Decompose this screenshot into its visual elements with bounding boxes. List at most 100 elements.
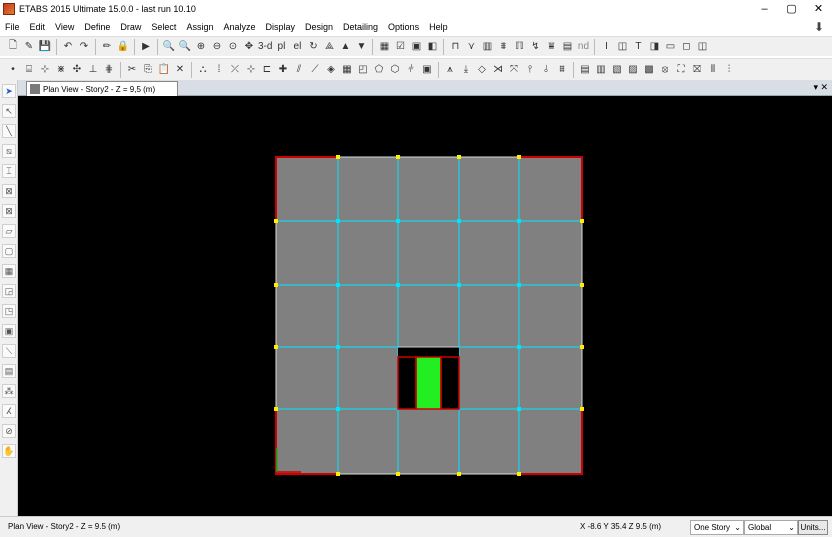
draw-wall-icon[interactable]: ▦: [340, 62, 354, 78]
assign-load-icon[interactable]: ⤓: [459, 62, 473, 78]
download-icon[interactable]: ⬇: [814, 20, 824, 34]
assign-mesh-icon[interactable]: ⩩: [555, 62, 569, 78]
reshape-icon[interactable]: ↖: [2, 104, 16, 118]
select-intersecting-icon[interactable]: ⁞: [212, 62, 226, 78]
menu-draw[interactable]: Draw: [115, 18, 146, 36]
concrete-design-icon[interactable]: ◫: [615, 39, 629, 55]
clear-select-icon[interactable]: ⊘: [2, 424, 16, 438]
draw-link-icon[interactable]: ⫩: [404, 62, 418, 78]
snap-perpendicular-icon[interactable]: ⊥: [86, 62, 100, 78]
minimize-button[interactable]: –: [751, 0, 778, 18]
define-loads-icon[interactable]: ▧: [610, 62, 624, 78]
show-tables-icon[interactable]: ▤: [560, 39, 574, 55]
model-canvas[interactable]: [18, 96, 832, 516]
draw-opening-icon[interactable]: ◰: [356, 62, 370, 78]
snap-mid-icon[interactable]: ⋇: [54, 62, 68, 78]
plan-view-drawing[interactable]: [18, 96, 832, 516]
menu-analyze[interactable]: Analyze: [218, 18, 260, 36]
draw-frame-icon[interactable]: ╲: [2, 124, 16, 138]
menu-display[interactable]: Display: [260, 18, 300, 36]
snap-line-icon[interactable]: ⌸: [22, 62, 36, 78]
zoom-in-icon[interactable]: ⊕: [194, 39, 208, 55]
define-sections-icon[interactable]: ▥: [594, 62, 608, 78]
move-down-icon[interactable]: ▼: [354, 39, 368, 55]
draw-grid-icon[interactable]: ▣: [420, 62, 434, 78]
draw-wall-tool-icon[interactable]: ◲: [2, 284, 16, 298]
select-all-tool-icon[interactable]: ⁂: [2, 384, 16, 398]
clear-selection-icon[interactable]: ⤫: [228, 62, 242, 78]
fill-objects-icon[interactable]: ◧: [425, 39, 439, 55]
quick-draw-beam-icon[interactable]: ⧅: [2, 144, 16, 158]
assign-diaphragm-icon[interactable]: ◇: [475, 62, 489, 78]
draw-brace-icon[interactable]: ⫽: [292, 62, 306, 78]
pan-icon[interactable]: ✥: [242, 39, 256, 55]
forces-icon[interactable]: ℿ: [512, 39, 526, 55]
perspective-icon[interactable]: ⟁: [322, 39, 336, 55]
menu-view[interactable]: View: [50, 18, 79, 36]
snap-end-icon[interactable]: ⊹: [38, 62, 52, 78]
draw-floor-tool-icon[interactable]: ▱: [2, 224, 16, 238]
define-spectrum-icon[interactable]: ⦻: [658, 62, 672, 78]
paste-icon[interactable]: 📋: [157, 62, 171, 78]
redo-icon[interactable]: ↷: [77, 39, 91, 55]
stair-opening[interactable]: [415, 356, 442, 410]
pointer-icon[interactable]: ➤: [2, 84, 16, 98]
menu-file[interactable]: File: [0, 18, 25, 36]
open-icon[interactable]: ✎: [22, 39, 36, 55]
define-diaphragms-icon[interactable]: ⛝: [690, 62, 704, 78]
define-groups-icon[interactable]: ⫴: [706, 62, 720, 78]
rotate-icon[interactable]: ↻: [306, 39, 320, 55]
draw-beam-icon[interactable]: ⊏: [260, 62, 274, 78]
draw-area-icon[interactable]: ⬠: [372, 62, 386, 78]
composite-design-icon[interactable]: ◨: [647, 39, 661, 55]
snap-joint-icon[interactable]: •: [6, 62, 20, 78]
assign-pier-icon[interactable]: ⫯: [523, 62, 537, 78]
tab-plan-view[interactable]: Plan View - Story2 - Z = 9,5 (m): [26, 81, 178, 96]
units-button[interactable]: Units...: [798, 520, 828, 535]
shear-wall-design-icon[interactable]: ◻: [679, 39, 693, 55]
quick-draw-wall-icon[interactable]: ◳: [2, 304, 16, 318]
define-combos-icon[interactable]: ▨: [626, 62, 640, 78]
mode-shape-icon[interactable]: ⩸: [544, 39, 558, 55]
snap-intersection-icon[interactable]: ✣: [70, 62, 84, 78]
menu-detailing[interactable]: Detailing: [338, 18, 383, 36]
select-all-icon[interactable]: ⛬: [196, 62, 210, 78]
reactions-icon[interactable]: ↯: [528, 39, 542, 55]
draw-rect-floor-icon[interactable]: ▢: [2, 244, 16, 258]
nd-button[interactable]: nd: [576, 39, 590, 55]
assign-restraint-icon[interactable]: ⩚: [443, 62, 457, 78]
draw-brace-tool-icon[interactable]: ⊠: [2, 184, 16, 198]
draw-secondary-beam-icon[interactable]: ⊠: [2, 204, 16, 218]
draw-column-tool-icon[interactable]: ⌶: [2, 164, 16, 178]
joist-design-icon[interactable]: ▭: [663, 39, 677, 55]
steel-design-icon[interactable]: T: [631, 39, 645, 55]
run-analysis-icon[interactable]: ▶: [139, 39, 153, 55]
menu-select[interactable]: Select: [146, 18, 181, 36]
define-stories-icon[interactable]: ⫶: [722, 62, 736, 78]
story-select[interactable]: One Story ⌄: [690, 520, 744, 535]
draw-joint-icon[interactable]: ⊹: [244, 62, 258, 78]
i-section-icon[interactable]: I: [599, 39, 613, 55]
elevation-view-button[interactable]: el: [290, 39, 304, 55]
menu-options[interactable]: Options: [383, 18, 424, 36]
copy-icon[interactable]: ⎘: [141, 62, 155, 78]
menu-define[interactable]: Define: [79, 18, 115, 36]
restore-button[interactable]: ▢: [778, 0, 805, 18]
draw-dimension-icon[interactable]: ⟍: [2, 344, 16, 358]
save-icon[interactable]: 💾: [38, 39, 52, 55]
lock-icon[interactable]: 🔒: [116, 39, 130, 55]
draw-column-icon[interactable]: ✚: [276, 62, 290, 78]
delete-icon[interactable]: ✕: [173, 62, 187, 78]
zoom-window-icon[interactable]: 🔍: [162, 39, 176, 55]
assign-release-icon[interactable]: ⋊: [491, 62, 505, 78]
scissors-icon[interactable]: ✂: [125, 62, 139, 78]
view-3d-button[interactable]: 3-d: [258, 39, 272, 55]
assign-insertion-icon[interactable]: ⤧: [507, 62, 521, 78]
previous-select-icon[interactable]: ⵃ: [2, 404, 16, 418]
floor-slab[interactable]: [276, 157, 582, 474]
display-options-icon[interactable]: ▣: [409, 39, 423, 55]
menu-design[interactable]: Design: [300, 18, 338, 36]
draw-line-icon[interactable]: ⟋: [308, 62, 322, 78]
tab-dropdown-close[interactable]: ▾ ✕: [813, 82, 828, 93]
coord-system-select[interactable]: Global ⌄: [744, 520, 798, 535]
